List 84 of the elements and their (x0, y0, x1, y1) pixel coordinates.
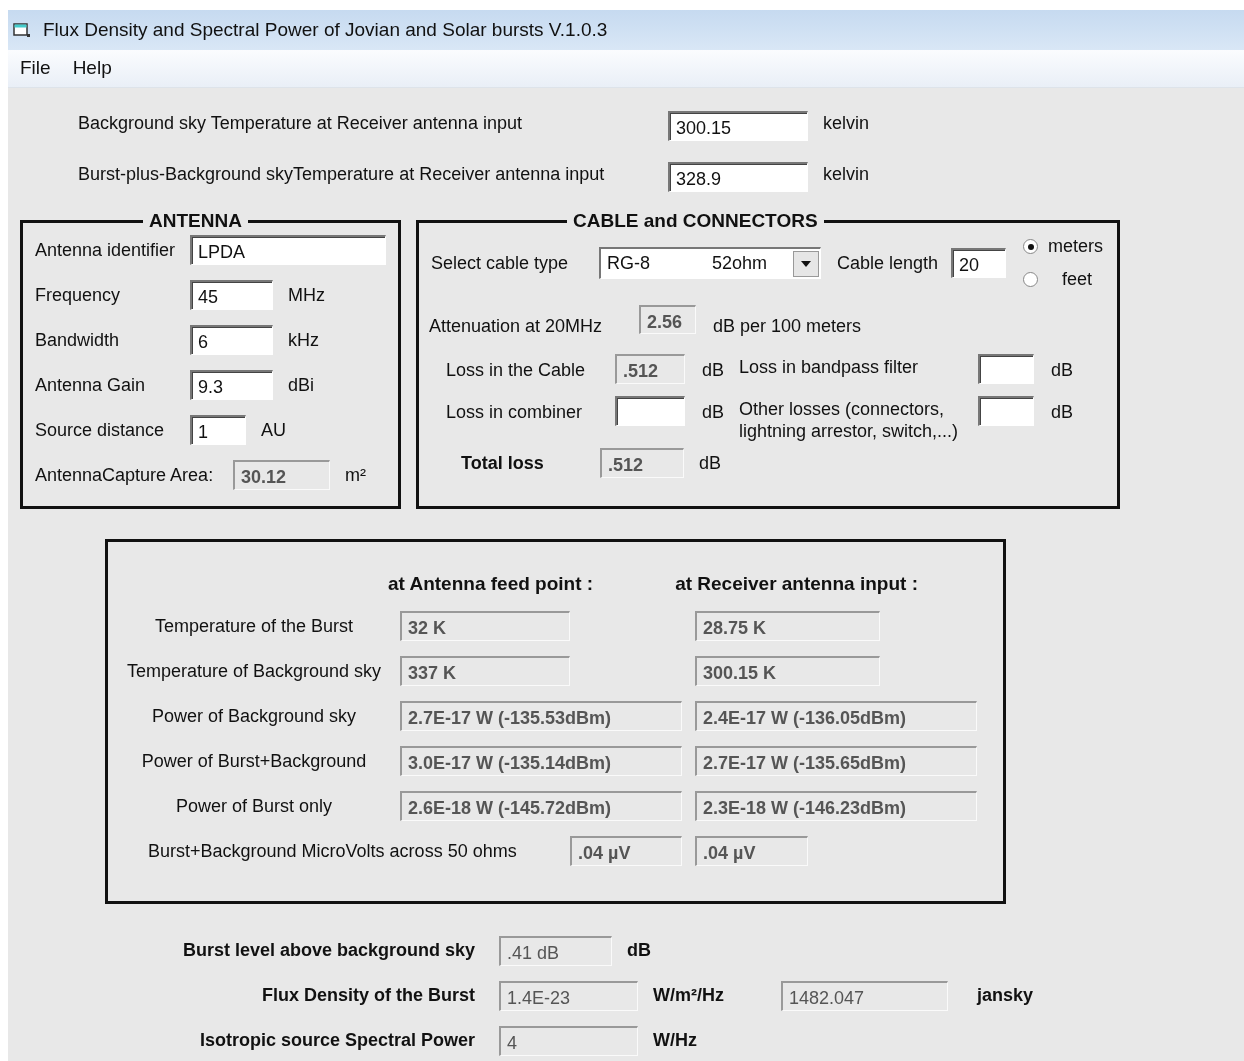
field-label: Source distance (35, 418, 166, 442)
unit-label: dB (627, 939, 652, 962)
field-label: Antenna identifier (35, 238, 177, 262)
cable-type-dropdown[interactable]: RG-8 52ohm (599, 247, 821, 279)
field-label: Other losses (connectors, lightning arrestor, switch,...) (739, 399, 960, 443)
unit-label: dB per 100 meters (713, 315, 862, 338)
row-label: Temperature of Background sky (125, 659, 383, 683)
readonly-field: .512 (600, 448, 684, 479)
row-label: Burst+Background MicroVolts across 50 ohms (147, 839, 518, 863)
input-field[interactable]: 300.15 (668, 111, 808, 141)
field-label: Loss in bandpass filter (739, 357, 920, 379)
unit-label: dBi (288, 373, 314, 397)
readonly-field: 337 K (400, 656, 570, 686)
row-label: Power of Burst+Background (140, 749, 368, 773)
app-icon (13, 22, 31, 38)
input-field[interactable] (615, 396, 685, 426)
field-label: Loss in combiner (446, 401, 584, 424)
column-header: at Receiver antenna input : (675, 572, 918, 596)
readonly-field: 2.7E-17 W (-135.65dBm) (695, 746, 977, 776)
radio-label: feet (1062, 268, 1093, 291)
unit-label: W/Hz (653, 1029, 698, 1052)
unit-label: m² (345, 463, 366, 487)
readonly-field: 1482.047 (781, 980, 948, 1011)
radio-label: meters (1048, 235, 1103, 258)
readonly-field: 2.6E-18 W (-145.72dBm) (400, 791, 682, 821)
input-field[interactable]: 6 (190, 325, 273, 355)
readonly-field: .04 µV (570, 836, 682, 866)
field-label: Bandwidth (35, 328, 121, 352)
field-label: Burst level above background sky (181, 939, 475, 962)
input-field[interactable] (978, 396, 1034, 426)
input-field[interactable]: 45 (190, 280, 273, 310)
field-label: Cable length (837, 251, 940, 275)
radio-button[interactable] (1023, 272, 1038, 287)
unit-label: dB (699, 451, 722, 475)
unit-label: dB (1051, 401, 1075, 424)
column-header: at Antenna feed point : (388, 572, 594, 596)
caret-icon (801, 260, 811, 267)
unit-label: W/m²/Hz (653, 984, 725, 1007)
field-label: Total loss (460, 451, 545, 475)
field-label: Attenuation at 20MHz (429, 315, 604, 338)
field-label: Background sky Temperature at Receiver antenna input (78, 111, 523, 135)
menu-item[interactable]: Help (70, 54, 114, 83)
dropdown-button[interactable] (793, 250, 819, 277)
readonly-field: 2.7E-17 W (-135.53dBm) (400, 701, 682, 731)
input-field[interactable]: 9.3 (190, 370, 273, 400)
unit-label: dB (1051, 359, 1075, 382)
field-label: Select cable type (431, 251, 570, 275)
row-label: Power of Burst only (174, 794, 334, 818)
readonly-field: 300.15 K (695, 656, 880, 686)
unit-label: kHz (288, 328, 319, 352)
radio-button[interactable] (1023, 239, 1038, 254)
readonly-field: .41 dB (499, 935, 612, 966)
unit-label: MHz (288, 283, 325, 307)
readonly-field: 32 K (400, 611, 570, 641)
readonly-field: 2.56 (639, 305, 696, 334)
field-label: AntennaCapture Area: (35, 463, 215, 487)
unit-label: AU (261, 418, 286, 442)
readonly-field: 30.12 (233, 460, 330, 490)
unit-label: jansky (977, 984, 1034, 1007)
readonly-field: 28.75 K (695, 611, 880, 641)
field-label: Loss in the Cable (446, 359, 587, 382)
field-label: Burst-plus-Background skyTemperature at Receiver antenna input (78, 162, 606, 186)
field-label: Isotropic source Spectral Power (198, 1029, 475, 1052)
menu-item[interactable]: File (18, 54, 53, 83)
input-field[interactable]: 328.9 (668, 162, 808, 192)
readonly-field: 2.3E-18 W (-146.23dBm) (695, 791, 977, 821)
row-label: Temperature of the Burst (153, 614, 355, 638)
readonly-field: .512 (615, 354, 685, 384)
input-field[interactable]: 20 (951, 248, 1006, 278)
unit-label: kelvin (823, 162, 870, 186)
unit-label: kelvin (823, 111, 870, 135)
row-label: Power of Background sky (150, 704, 358, 728)
input-field[interactable] (978, 354, 1034, 384)
readonly-field: .04 µV (695, 836, 808, 866)
field-label: Frequency (35, 283, 122, 307)
field-label: Flux Density of the Burst (260, 984, 475, 1007)
readonly-field: 1.4E-23 (499, 980, 638, 1011)
readonly-field: 2.4E-17 W (-136.05dBm) (695, 701, 977, 731)
readonly-field: 4 (499, 1025, 638, 1056)
field-label: Antenna Gain (35, 373, 147, 397)
input-field[interactable]: LPDA (190, 235, 386, 265)
window-title: Flux Density and Spectral Power of Jovian and Solar bursts V.1.0.3 (43, 17, 608, 42)
readonly-field: 3.0E-17 W (-135.14dBm) (400, 746, 682, 776)
input-field[interactable]: 1 (190, 415, 246, 445)
